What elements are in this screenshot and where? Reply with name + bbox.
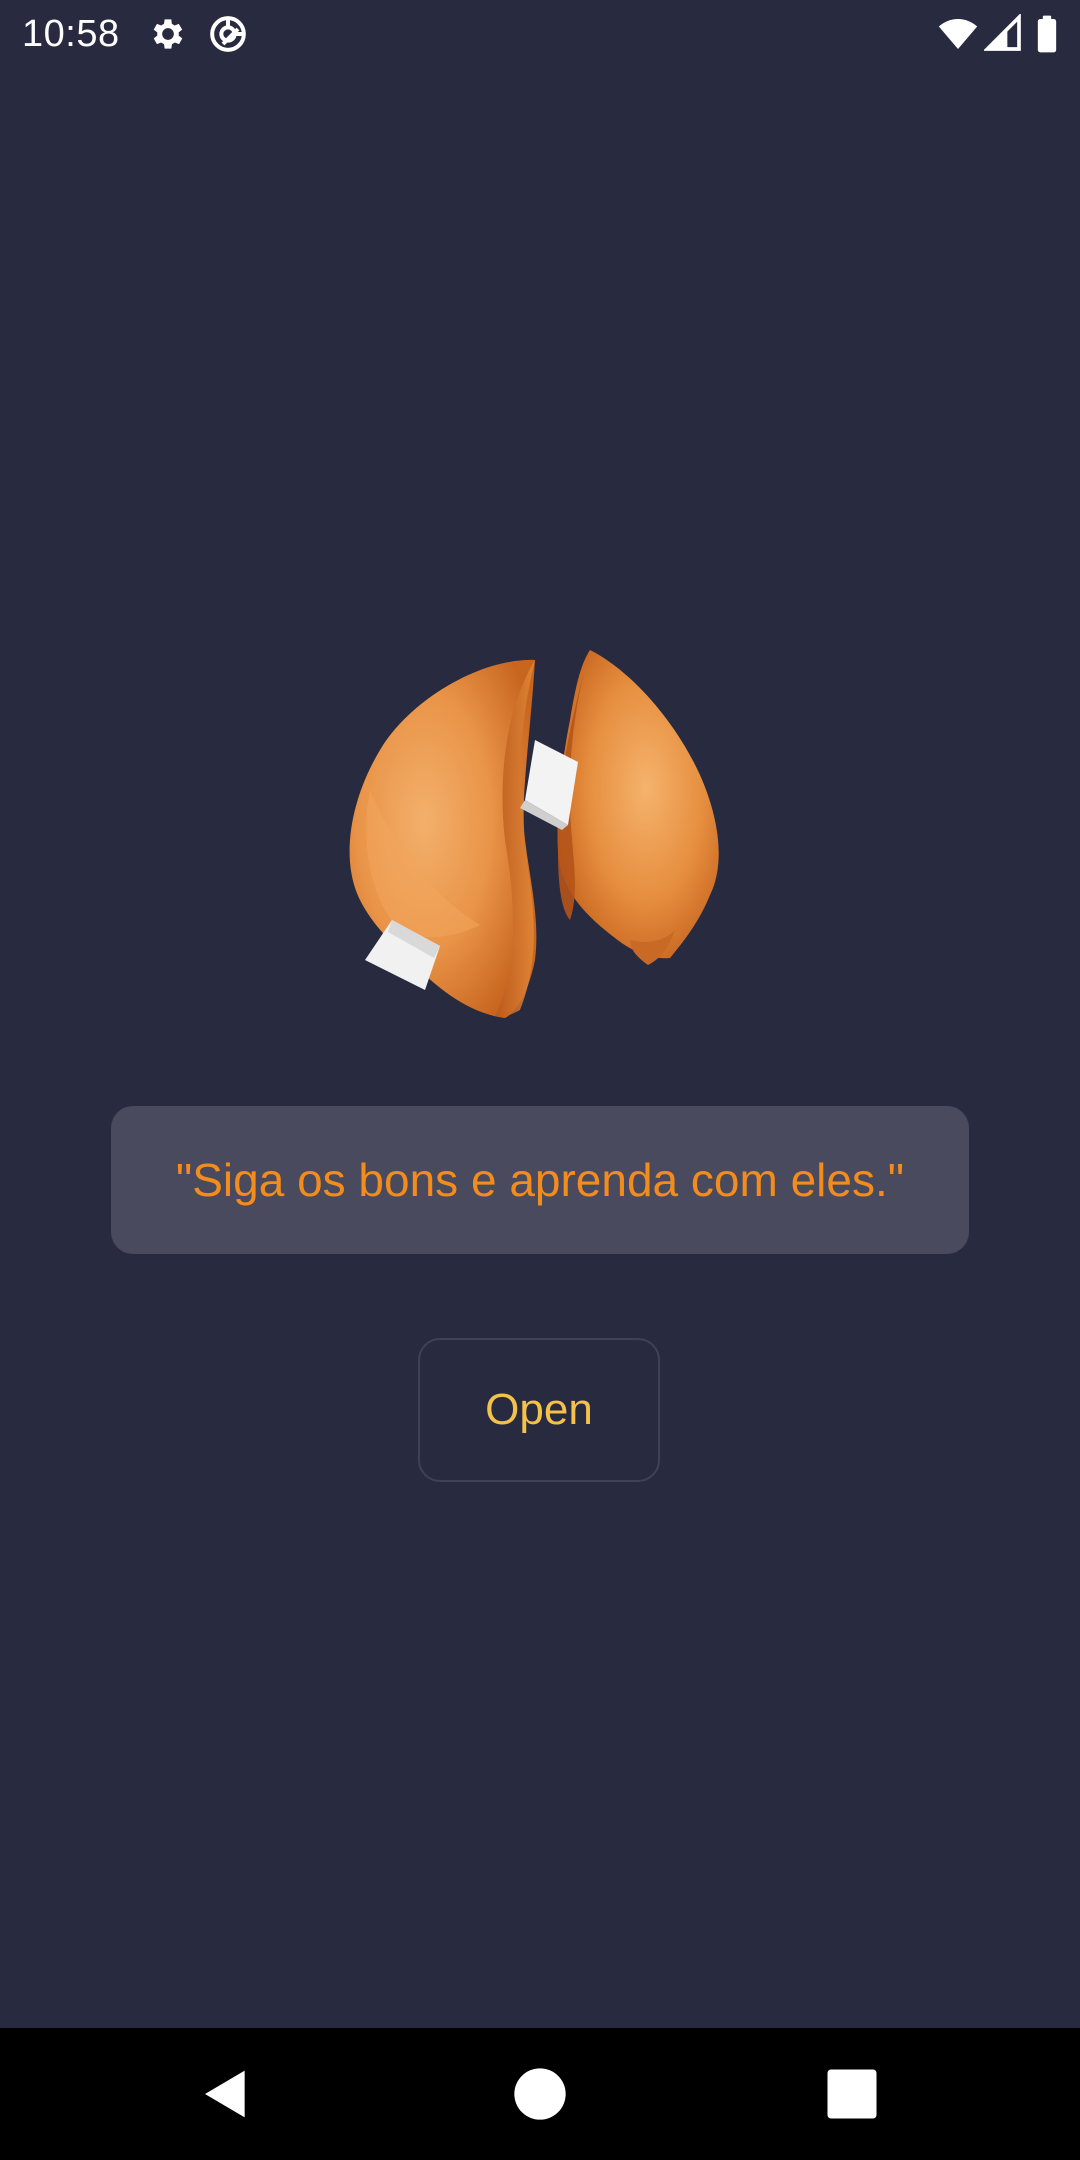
fortune-message: "Siga os bons e aprenda com eles." — [175, 1154, 905, 1206]
gear-icon — [148, 14, 188, 54]
wifi-icon — [936, 14, 980, 54]
open-button[interactable]: Open — [418, 1338, 660, 1482]
status-bar: 10:58 — [0, 0, 1080, 68]
open-button-label: Open — [485, 1385, 593, 1434]
cellular-signal-icon — [984, 14, 1024, 54]
fortune-cookie-broken-image — [330, 640, 750, 1030]
battery-icon — [1032, 14, 1062, 54]
at-sign-icon — [208, 14, 248, 54]
fortune-message-card: "Siga os bons e aprenda com eles." — [111, 1106, 969, 1254]
navigation-bar — [0, 2028, 1080, 2160]
back-icon[interactable] — [198, 2066, 254, 2122]
status-time: 10:58 — [22, 13, 120, 55]
home-icon[interactable] — [512, 2066, 568, 2122]
fortune-cookie-screen: 10:58 "Siga os bons e aprenda com eles."… — [0, 0, 1080, 2160]
recents-icon[interactable] — [824, 2066, 880, 2122]
